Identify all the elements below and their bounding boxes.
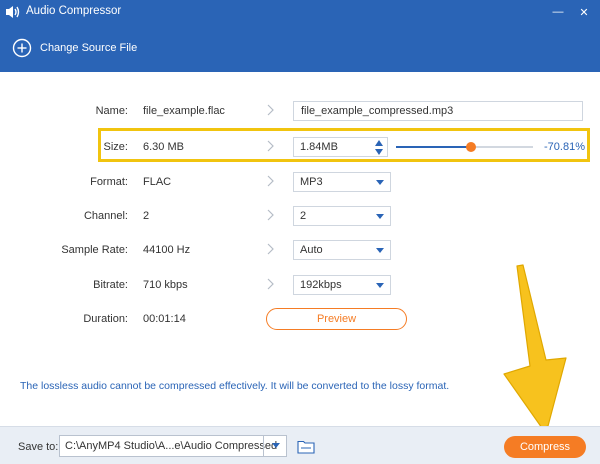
name-row: Name: file_example.flac file_example_com… (0, 99, 600, 123)
target-size-value: 1.84MB (300, 141, 338, 153)
sample-rate-row: Sample Rate: 44100 Hz Auto (0, 238, 600, 262)
change-source-button[interactable]: Change Source File (12, 38, 137, 58)
audio-icon (6, 6, 20, 18)
slider-fill (396, 146, 472, 148)
size-slider[interactable] (396, 142, 533, 152)
chevron-right-icon (267, 278, 274, 290)
arrow-down-icon[interactable] (374, 148, 384, 156)
bitrate-label: Bitrate: (93, 279, 128, 291)
output-name-input[interactable]: file_example_compressed.mp3 (293, 101, 583, 121)
caret-down-icon (376, 214, 384, 219)
channel-select[interactable]: 2 (293, 206, 391, 226)
format-select-value: MP3 (300, 176, 323, 188)
save-path-dropdown[interactable] (263, 436, 287, 456)
source-bitrate-value: 710 kbps (143, 279, 188, 291)
save-path-select[interactable]: C:\AnyMP4 Studio\A...e\Audio Compressed (59, 435, 287, 457)
source-name-value: file_example.flac (143, 105, 225, 117)
arrow-up-icon[interactable] (374, 139, 384, 147)
source-duration-value: 00:01:14 (143, 313, 186, 325)
plus-circle-icon (12, 38, 32, 58)
folder-icon[interactable] (297, 439, 315, 454)
compress-button[interactable]: Compress (504, 436, 586, 458)
source-format-value: FLAC (143, 176, 172, 188)
bitrate-select[interactable]: 192kbps (293, 275, 391, 295)
change-source-label: Change Source File (40, 42, 138, 54)
output-name-value: file_example_compressed.mp3 (301, 105, 454, 117)
size-stepper[interactable]: 1.84MB (293, 137, 388, 157)
format-select[interactable]: MP3 (293, 172, 391, 192)
duration-label: Duration: (83, 313, 128, 325)
chevron-right-icon (267, 104, 274, 116)
source-channel-value: 2 (143, 210, 150, 222)
name-label: Name: (95, 105, 128, 117)
source-sample-rate-value: 44100 Hz (143, 244, 191, 256)
source-size-value: 6.30 MB (143, 141, 184, 153)
chevron-right-icon (267, 175, 274, 187)
header-bar: Change Source File (0, 24, 600, 72)
bitrate-select-value: 192kbps (300, 279, 342, 291)
sample-rate-select-value: Auto (300, 244, 323, 256)
channel-select-value: 2 (300, 210, 307, 222)
window-title: Audio Compressor (26, 5, 122, 17)
sample-rate-select[interactable]: Auto (293, 240, 391, 260)
chevron-right-icon (267, 140, 274, 152)
chevron-right-icon (267, 209, 274, 221)
title-bar: Audio Compressor — ✕ (0, 0, 600, 24)
preview-button[interactable]: Preview (266, 308, 407, 330)
format-label: Format: (90, 176, 128, 188)
save-path-value: C:\AnyMP4 Studio\A...e\Audio Compressed (65, 440, 278, 452)
sample-rate-label: Sample Rate: (61, 244, 128, 256)
chevron-right-icon (267, 243, 274, 255)
caret-down-icon (376, 283, 384, 288)
channel-row: Channel: 2 2 (0, 204, 600, 228)
size-label: Size: (103, 141, 128, 153)
caret-down-icon (376, 180, 384, 185)
save-to-label: Save to: (18, 441, 59, 453)
caret-down-icon (376, 248, 384, 253)
close-button[interactable]: ✕ (574, 2, 594, 22)
minimize-button[interactable]: — (548, 2, 568, 22)
lossless-notice: The lossless audio cannot be compressed … (20, 380, 450, 392)
footer-bar: Save to: C:\AnyMP4 Studio\A...e\Audio Co… (0, 426, 600, 464)
bitrate-row: Bitrate: 710 kbps 192kbps (0, 273, 600, 297)
caret-down-icon (272, 443, 280, 448)
compression-percent: -70.81% (544, 141, 585, 153)
channel-label: Channel: (83, 210, 128, 222)
format-row: Format: FLAC MP3 (0, 170, 600, 194)
duration-row: Duration: 00:01:14 Preview (0, 307, 600, 331)
